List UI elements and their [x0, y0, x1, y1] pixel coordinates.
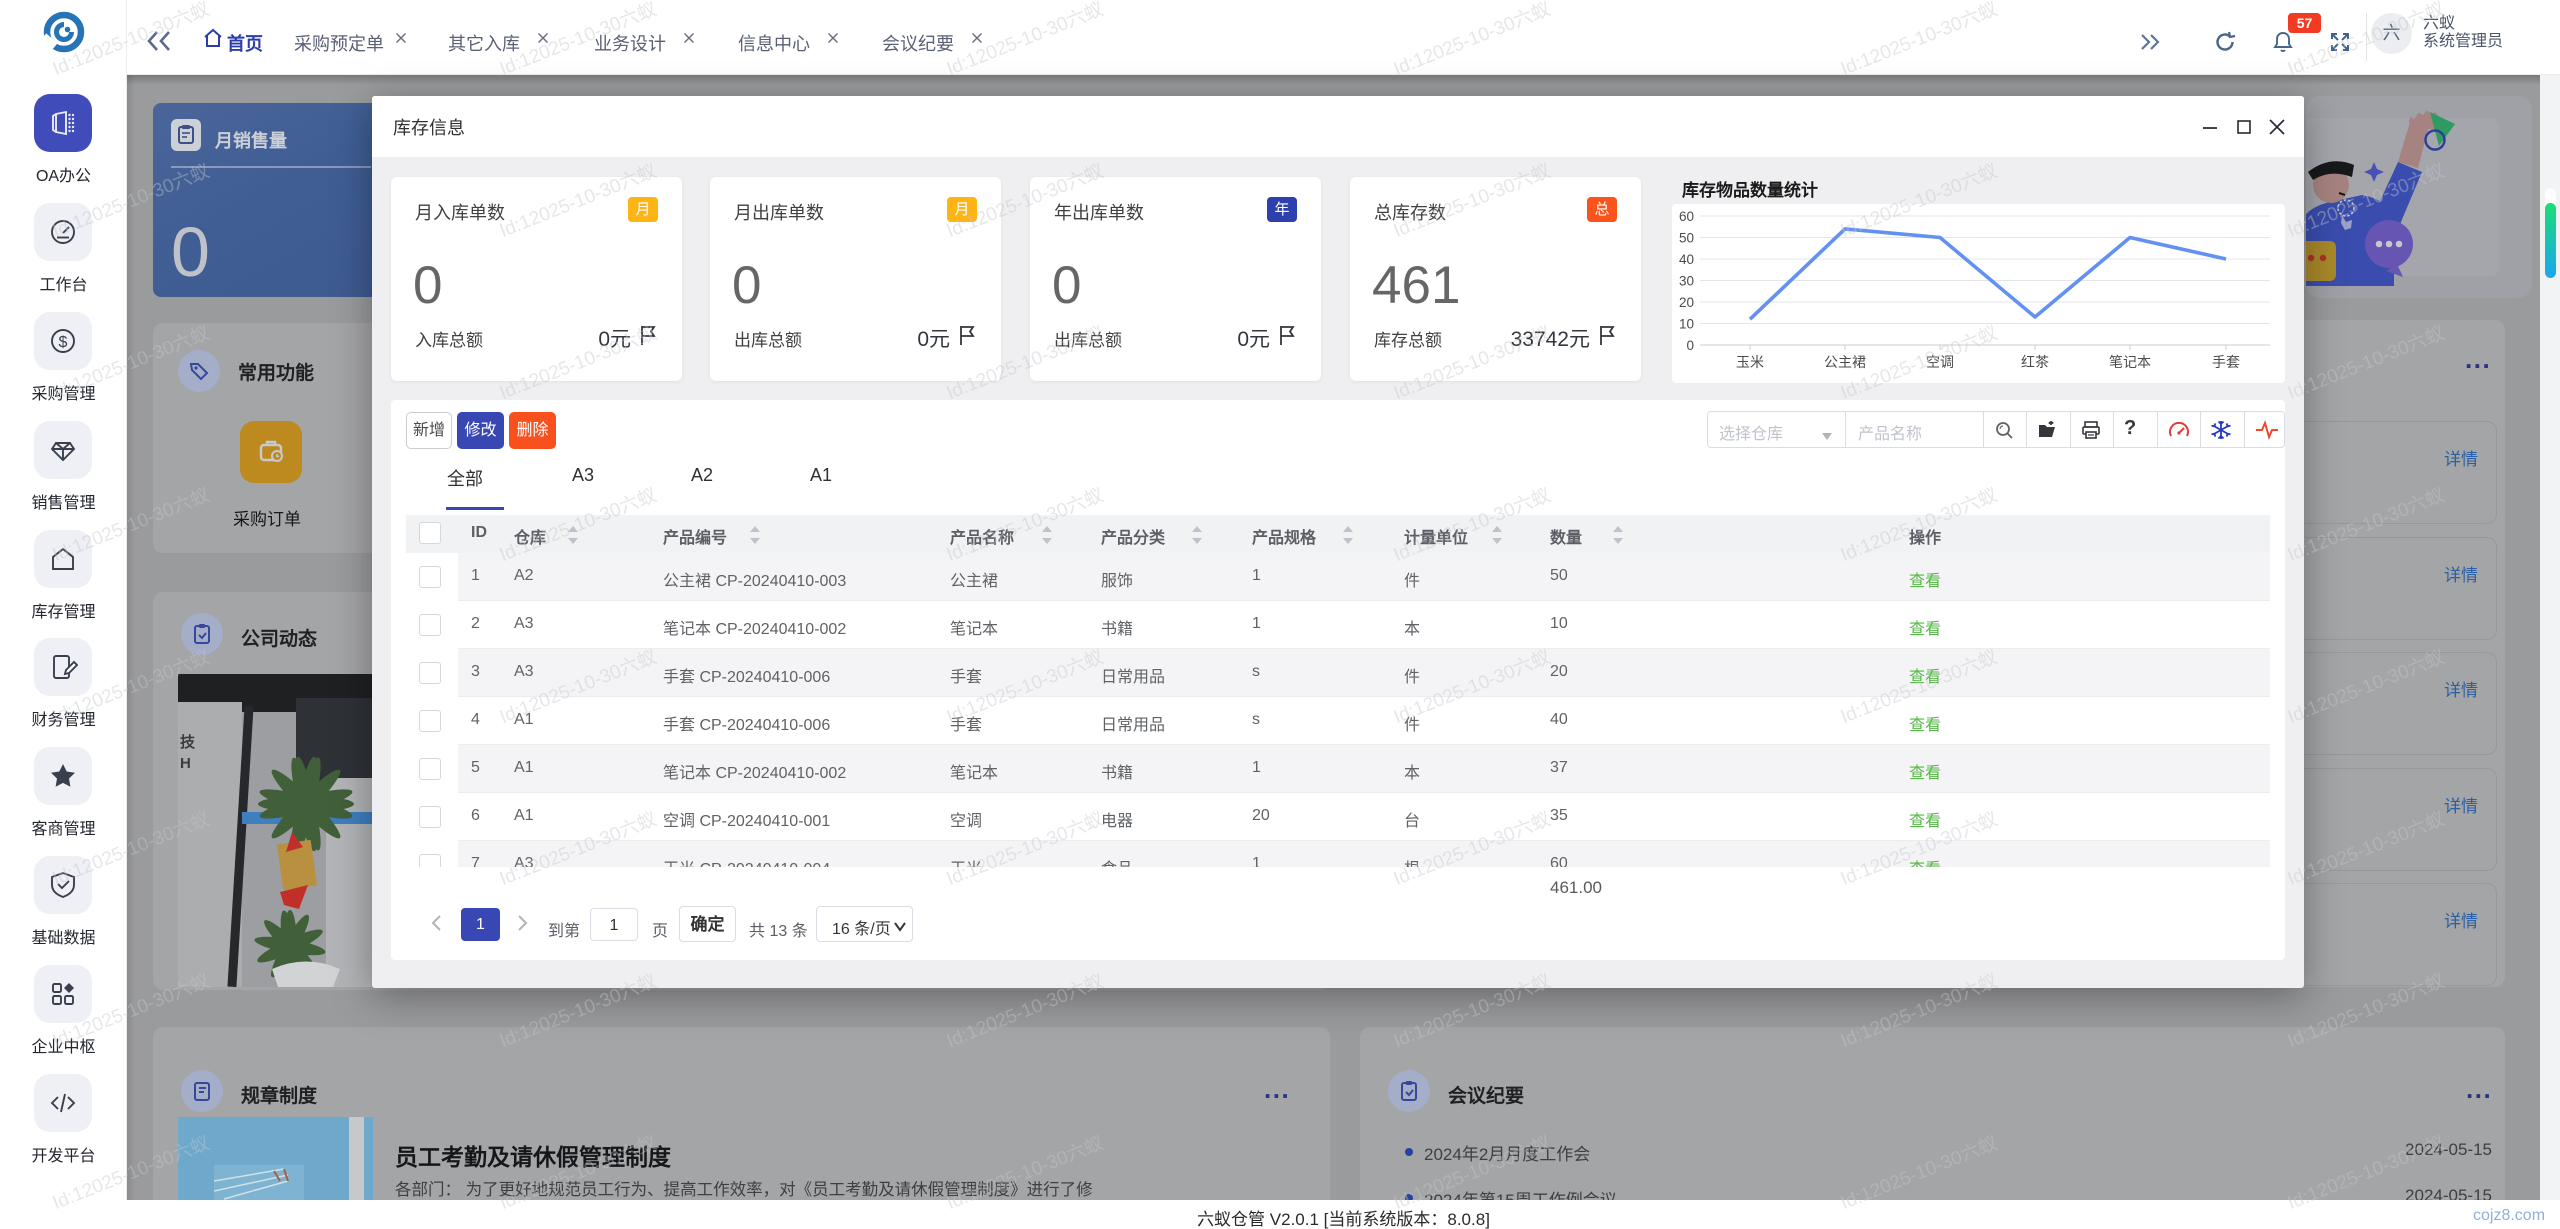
svg-text:空调: 空调	[1926, 354, 1954, 370]
svg-text:红茶: 红茶	[2021, 354, 2049, 370]
svg-text:60: 60	[1679, 209, 1694, 224]
svg-text:20: 20	[1679, 295, 1694, 310]
svg-text:手套: 手套	[2212, 354, 2240, 370]
svg-text:玉米: 玉米	[1736, 354, 1764, 370]
svg-text:10: 10	[1679, 317, 1694, 332]
svg-text:$: $	[59, 334, 68, 351]
svg-text:40: 40	[1679, 252, 1694, 267]
svg-text:0: 0	[1686, 338, 1694, 353]
svg-text:笔记本: 笔记本	[2109, 354, 2151, 370]
svg-text:30: 30	[1679, 274, 1694, 289]
svg-text:50: 50	[1679, 231, 1694, 246]
svg-text:公主裙: 公主裙	[1824, 354, 1866, 370]
